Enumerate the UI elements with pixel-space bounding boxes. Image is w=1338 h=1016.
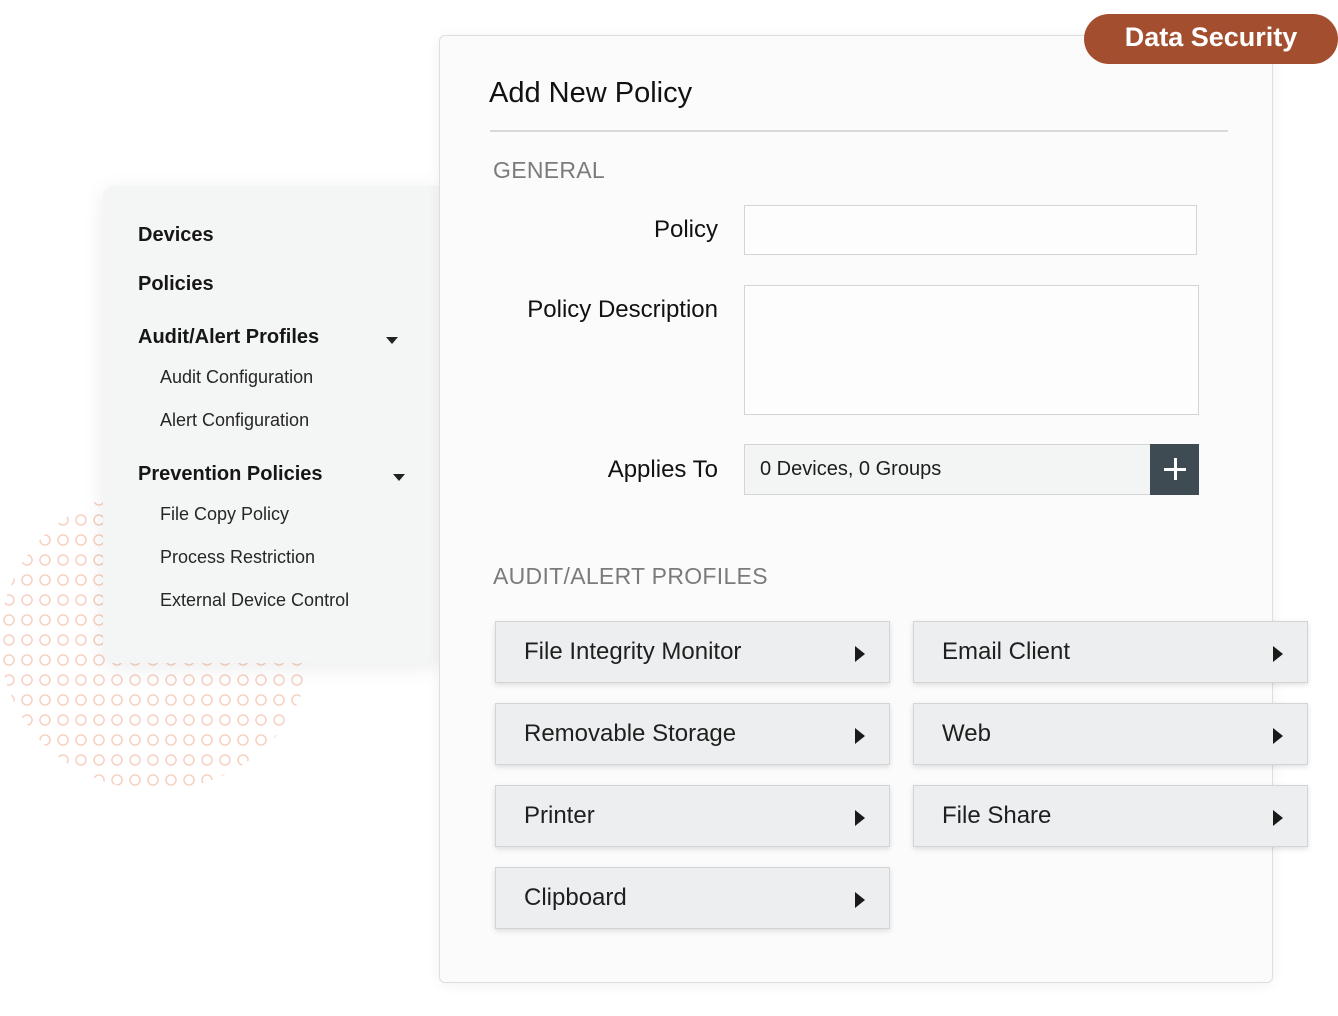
chevron-right-icon	[855, 646, 865, 662]
chevron-right-icon	[855, 728, 865, 744]
section-title-audit-alert-profiles: AUDIT/ALERT PROFILES	[493, 563, 768, 589]
policy-input[interactable]	[744, 205, 1197, 255]
chevron-right-icon	[1273, 810, 1283, 826]
profile-label: Removable Storage	[524, 720, 737, 747]
profile-file-integrity-monitor[interactable]: File Integrity Monitor	[495, 621, 890, 683]
add-policy-panel: Add New Policy GENERAL Policy Policy Des…	[439, 35, 1308, 983]
profile-clipboard[interactable]: Clipboard	[495, 867, 890, 929]
profile-file-share[interactable]: File Share	[913, 785, 1308, 847]
sidebar-item-audit-alert-profiles[interactable]: Audit/Alert Profiles	[138, 326, 319, 349]
profile-label: Printer	[524, 802, 595, 829]
sidebar-item-policies[interactable]: Policies	[138, 273, 214, 296]
profile-label: File Integrity Monitor	[524, 638, 742, 665]
profile-label: Email Client	[942, 638, 1071, 665]
sidebar-subitem-process-restriction[interactable]: Process Restriction	[160, 547, 315, 568]
sidebar-item-prevention-policies[interactable]: Prevention Policies	[138, 463, 323, 486]
sidebar-subitem-file-copy-policy[interactable]: File Copy Policy	[160, 504, 289, 525]
profile-label: Web	[942, 720, 991, 747]
sidebar-subitem-alert-configuration[interactable]: Alert Configuration	[160, 410, 309, 431]
profile-printer[interactable]: Printer	[495, 785, 890, 847]
profile-email-client[interactable]: Email Client	[913, 621, 1308, 683]
applies-to-label: Applies To	[607, 456, 718, 483]
chevron-right-icon	[1273, 728, 1283, 744]
add-target-button[interactable]	[1150, 444, 1199, 495]
chevron-right-icon	[855, 892, 865, 908]
policy-description-label: Policy Description	[527, 296, 718, 323]
chevron-right-icon	[855, 810, 865, 826]
chevron-right-icon	[1273, 646, 1283, 662]
policy-description-field[interactable]	[744, 285, 1199, 415]
title-divider	[490, 130, 1228, 132]
section-title-general: GENERAL	[493, 157, 606, 183]
profile-removable-storage[interactable]: Removable Storage	[495, 703, 890, 765]
badge-label: Data Security	[1124, 22, 1298, 52]
profile-web[interactable]: Web	[913, 703, 1308, 765]
sidebar-subitem-audit-configuration[interactable]: Audit Configuration	[160, 367, 313, 388]
profile-label: Clipboard	[524, 884, 627, 911]
sidebar-subitem-external-device-control[interactable]: External Device Control	[160, 590, 349, 611]
applies-to-value: 0 Devices, 0 Groups	[760, 458, 942, 480]
profile-label: File Share	[942, 802, 1052, 829]
applies-to-field[interactable]: 0 Devices, 0 Groups	[744, 444, 1199, 495]
sidebar-item-devices[interactable]: Devices	[138, 224, 214, 247]
page-title: Add New Policy	[489, 77, 693, 109]
policy-label: Policy	[653, 216, 718, 243]
chevron-down-icon[interactable]	[386, 337, 398, 344]
data-security-badge: Data Security	[1084, 14, 1338, 64]
sidebar-nav: Devices Policies Audit/Alert Profiles Au…	[103, 186, 439, 663]
chevron-down-icon[interactable]	[393, 474, 405, 481]
